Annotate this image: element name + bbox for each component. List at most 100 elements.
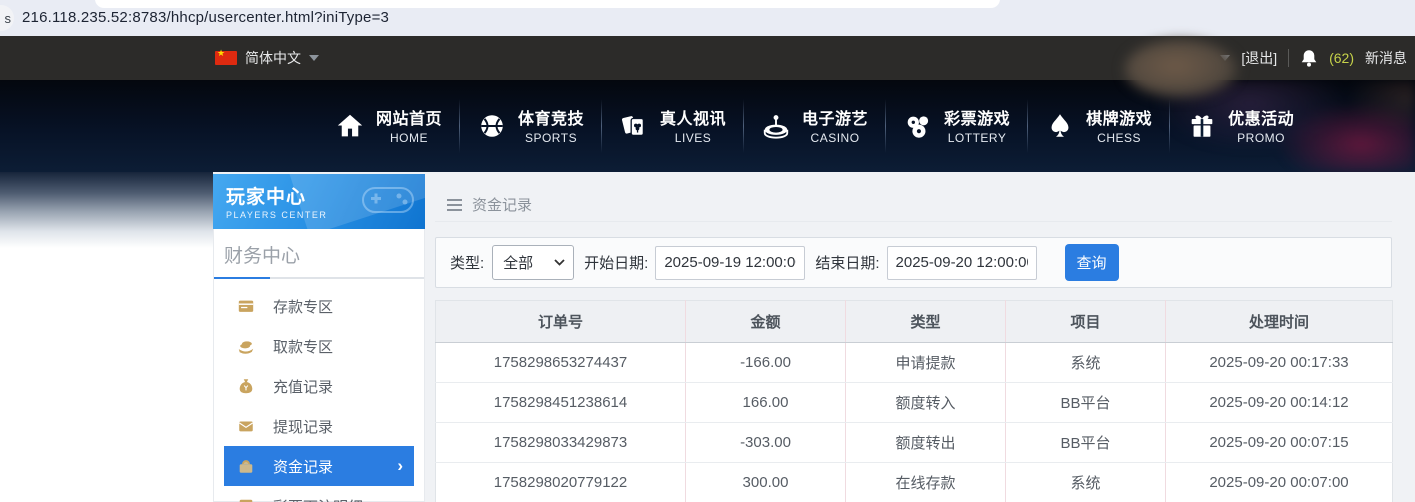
message-count-badge[interactable]: (62)	[1329, 50, 1354, 66]
project: 系统	[1006, 343, 1166, 383]
project: BB平台	[1006, 383, 1166, 423]
topbar: ★ 简体中文 [退出] (62) 新消息	[0, 36, 1415, 80]
page: s 216.118.235.52:8783/hhcp/usercenter.ht…	[0, 0, 1415, 502]
list-icon	[237, 497, 255, 502]
amount: -166.00	[686, 343, 846, 383]
search-button[interactable]: 查询	[1065, 244, 1119, 281]
sidebar-item-label: 彩票下注明细	[273, 496, 363, 502]
type: 额度转入	[846, 383, 1006, 423]
order-no: 1758298020779122	[436, 463, 686, 502]
col-amount: 金额	[686, 301, 846, 343]
type-select[interactable]: 全部	[492, 245, 574, 280]
menu-toggle-icon[interactable]	[447, 199, 462, 211]
end-date-input[interactable]	[887, 246, 1037, 280]
process-time: 2025-09-20 00:07:15	[1166, 423, 1393, 463]
lottery-balls-icon	[903, 111, 933, 141]
nav-items: 网站首页HOME 体育竞技SPORTS 真人视讯LIVES 电子游艺CASINO…	[318, 80, 1311, 172]
section-title-finance: 财务中心	[214, 229, 424, 268]
sidebar-item-label: 充值记录	[273, 376, 333, 397]
table-row: 1758298451238614 166.00 额度转入 BB平台 2025-0…	[436, 383, 1393, 423]
user-chevron-down-icon[interactable]	[1220, 55, 1230, 61]
col-order-no: 订单号	[436, 301, 686, 343]
china-flag-icon: ★	[215, 51, 237, 65]
col-type: 类型	[846, 301, 1006, 343]
roulette-icon	[761, 111, 791, 141]
type: 申请提款	[846, 343, 1006, 383]
main-nav: 网站首页HOME 体育竞技SPORTS 真人视讯LIVES 电子游艺CASINO…	[0, 80, 1415, 172]
sidebar-item-recharge-records[interactable]: 充值记录	[224, 366, 414, 406]
nav-item-home[interactable]: 网站首页HOME	[318, 105, 459, 147]
table-row: 1758298653274437 -166.00 申请提款 系统 2025-09…	[436, 343, 1393, 383]
language-selector[interactable]: ★ 简体中文	[215, 36, 319, 80]
content-area: 玩家中心 PLAYERS CENTER 财务中心 存款专区 取款专区 充值记录	[0, 172, 1415, 502]
players-center-header: 玩家中心 PLAYERS CENTER	[213, 174, 425, 229]
background-gradient	[0, 172, 213, 248]
table-header-row: 订单号 金额 类型 项目 处理时间	[436, 301, 1393, 343]
fund-bag-icon	[237, 457, 255, 475]
order-no: 1758298451238614	[436, 383, 686, 423]
chevron-right-icon: ›	[397, 456, 403, 476]
sidebar-item-label: 资金记录	[273, 456, 333, 477]
sidebar-item-deposit-zone[interactable]: 存款专区	[224, 286, 414, 326]
process-time: 2025-09-20 00:17:33	[1166, 343, 1393, 383]
end-date-label: 结束日期:	[815, 252, 879, 273]
sidebar-item-label: 存款专区	[273, 296, 333, 317]
col-project: 项目	[1006, 301, 1166, 343]
process-time: 2025-09-20 00:14:12	[1166, 383, 1393, 423]
sidebar-item-fund-records[interactable]: 资金记录 ›	[224, 446, 414, 486]
table-row: 1758298020779122 300.00 在线存款 系统 2025-09-…	[436, 463, 1393, 502]
nav-item-casino[interactable]: 电子游艺CASINO	[744, 105, 885, 147]
project: 系统	[1006, 463, 1166, 502]
nav-item-chess[interactable]: 棋牌游戏CHESS	[1028, 105, 1169, 147]
logout-button[interactable]: [退出]	[1241, 48, 1277, 68]
order-no: 1758298033429873	[436, 423, 686, 463]
sidebar: 玩家中心 PLAYERS CENTER 财务中心 存款专区 取款专区 充值记录	[213, 175, 425, 502]
nav-item-sports[interactable]: 体育竞技SPORTS	[460, 105, 601, 147]
background	[0, 248, 213, 502]
money-bag-icon	[237, 377, 255, 395]
sidebar-item-label: 提现记录	[273, 416, 333, 437]
nav-item-lottery[interactable]: 彩票游戏LOTTERY	[886, 105, 1027, 147]
breadcrumb: 资金记录	[435, 188, 1392, 222]
spade-icon	[1045, 111, 1075, 141]
sports-ball-icon	[477, 111, 507, 141]
process-time: 2025-09-20 00:07:00	[1166, 463, 1393, 502]
fund-records-table: 订单号 金额 类型 项目 处理时间 1758298653274437 -166.…	[435, 300, 1393, 502]
notification-bell-icon[interactable]	[1300, 49, 1318, 68]
home-icon	[335, 111, 365, 141]
envelope-card-icon	[237, 417, 255, 435]
url-text[interactable]: 216.118.235.52:8783/hhcp/usercenter.html…	[22, 9, 389, 26]
sidebar-subtitle: PLAYERS CENTER	[226, 210, 425, 220]
main-panel: 资金记录 类型: 全部 开始日期: 结束日期: 查询 订单号	[435, 172, 1392, 502]
amount: 166.00	[686, 383, 846, 423]
nav-item-promo[interactable]: 优惠活动PROMO	[1170, 105, 1311, 147]
gift-icon	[1187, 111, 1217, 141]
type: 额度转出	[846, 423, 1006, 463]
filter-bar: 类型: 全部 开始日期: 结束日期: 查询	[435, 237, 1392, 288]
sidebar-title: 玩家中心	[226, 182, 425, 209]
amount: -303.00	[686, 423, 846, 463]
sidebar-item-label: 取款专区	[273, 336, 333, 357]
address-bar-pill	[95, 0, 1000, 8]
sidebar-menu: 存款专区 取款专区 充值记录 提现记录 资金记录 ›	[214, 286, 424, 502]
new-messages-link[interactable]: 新消息	[1365, 48, 1407, 68]
browser-icon: s	[0, 5, 14, 31]
nav-item-lives[interactable]: 真人视讯LIVES	[602, 105, 743, 147]
sidebar-item-lottery-bet-details[interactable]: 彩票下注明细	[224, 486, 414, 502]
table-row: 1758298033429873 -303.00 额度转出 BB平台 2025-…	[436, 423, 1393, 463]
sidebar-item-withdrawal-records[interactable]: 提现记录	[224, 406, 414, 446]
start-date-input[interactable]	[655, 246, 805, 280]
select-chevron-icon	[554, 259, 565, 266]
chevron-down-icon	[309, 55, 319, 61]
hand-coin-icon	[237, 337, 255, 355]
order-no: 1758298653274437	[436, 343, 686, 383]
type: 在线存款	[846, 463, 1006, 502]
amount: 300.00	[686, 463, 846, 502]
sidebar-item-withdraw-zone[interactable]: 取款专区	[224, 326, 414, 366]
user-group: [退出] (62) 新消息	[1220, 36, 1407, 80]
type-label: 类型:	[450, 252, 484, 273]
language-label: 简体中文	[245, 48, 301, 68]
page-title: 资金记录	[472, 194, 532, 215]
section-underline	[214, 277, 424, 279]
browser-address-bar[interactable]: s 216.118.235.52:8783/hhcp/usercenter.ht…	[0, 0, 1415, 36]
